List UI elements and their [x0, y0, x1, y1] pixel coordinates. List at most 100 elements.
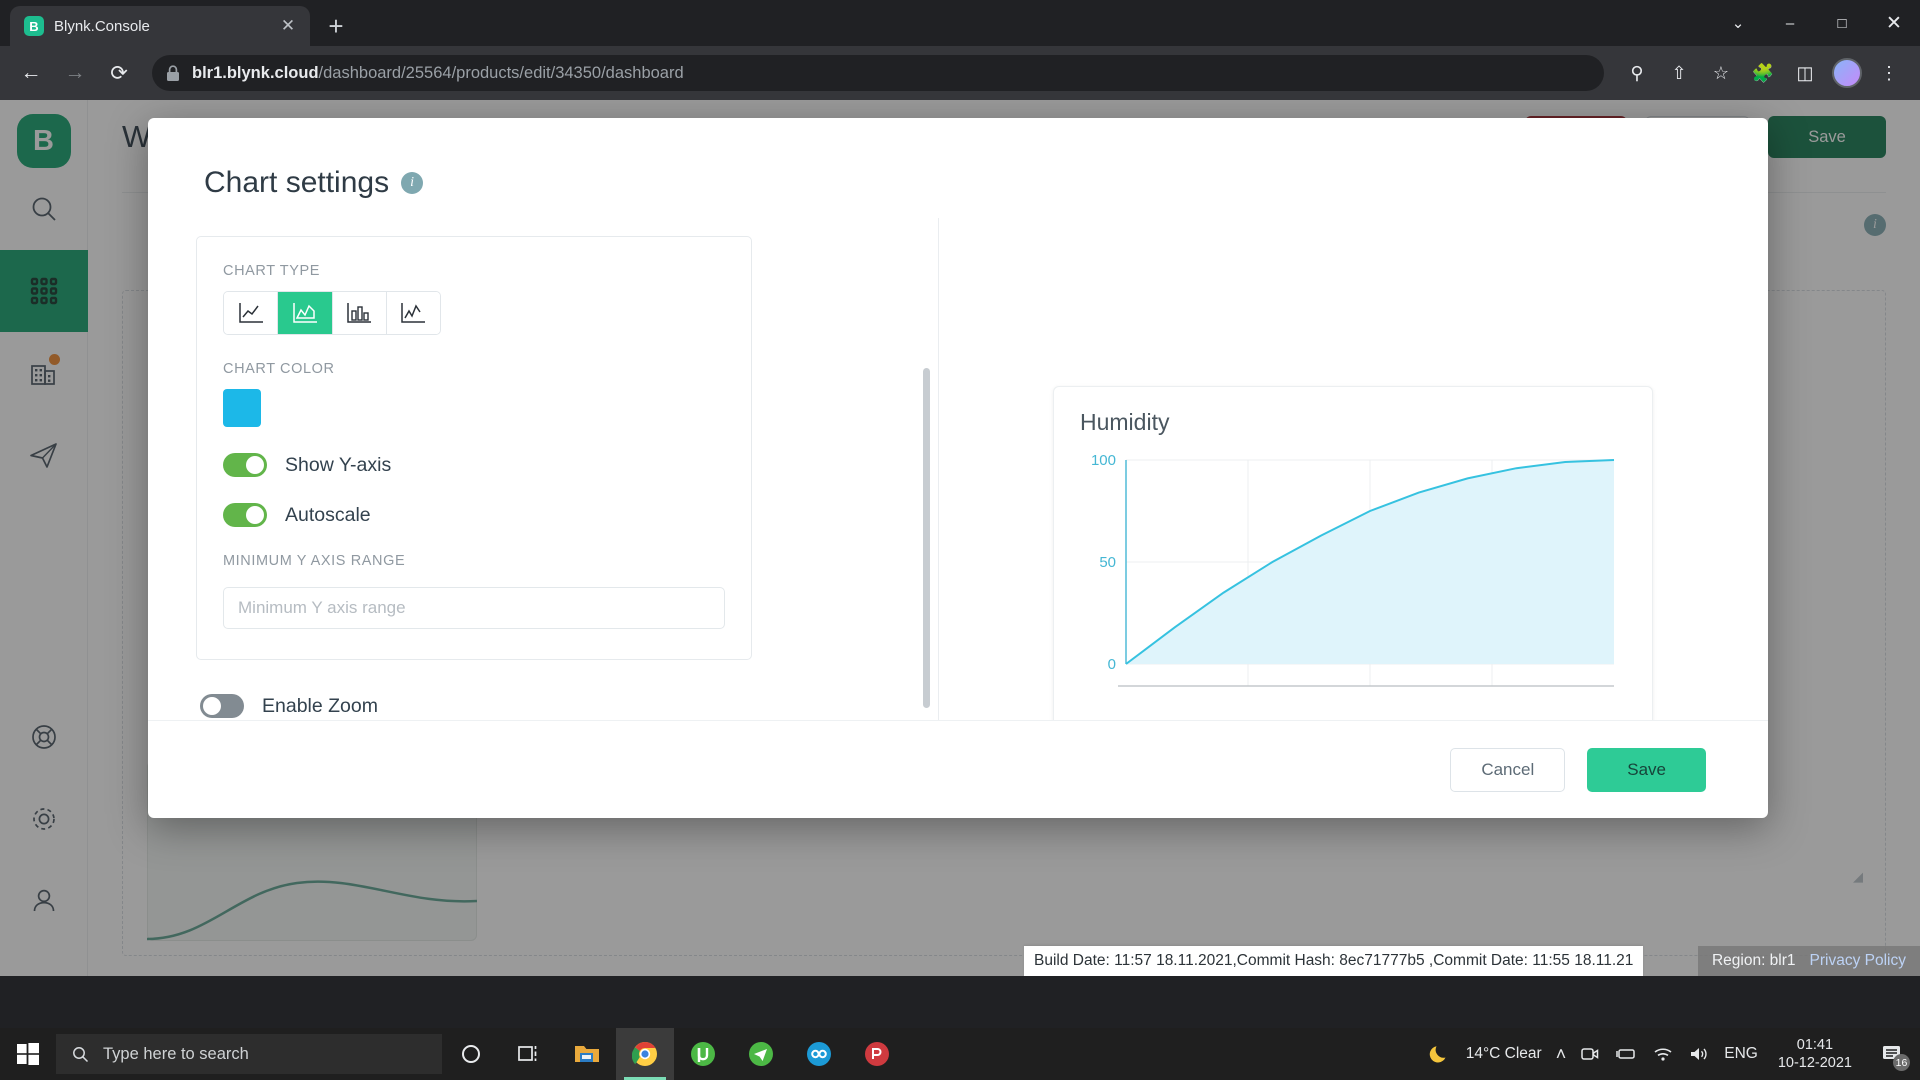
chart-color-swatch[interactable]: [223, 389, 261, 427]
task-view-icon: [518, 1046, 537, 1061]
forward-button[interactable]: →: [56, 54, 94, 92]
tab-strip: B Blynk.Console ✕ + ⌄ – □ ✕: [0, 0, 1920, 46]
chart-title: Humidity: [1080, 409, 1170, 435]
enable-zoom-row[interactable]: Enable Zoom: [200, 694, 892, 718]
privacy-policy-link[interactable]: Privacy Policy: [1810, 952, 1906, 970]
extensions-icon[interactable]: 🧩: [1744, 54, 1782, 92]
omnibox-toolbar: ← → ⟳ blr1.blynk.cloud/dashboard/25564/p…: [0, 46, 1920, 100]
dialog-title-row: Chart settings i: [148, 118, 1768, 218]
window-minimize-button[interactable]: –: [1764, 0, 1816, 46]
utorrent-icon: [691, 1042, 715, 1066]
info-icon[interactable]: i: [401, 172, 424, 194]
tray-expand-chevron[interactable]: ˄: [1556, 1044, 1567, 1065]
lock-icon: [167, 64, 179, 81]
side-panel-icon[interactable]: ◫: [1786, 54, 1824, 92]
address-bar[interactable]: blr1.blynk.cloud/dashboard/25564/product…: [152, 55, 1604, 91]
svg-text:100: 100: [1091, 452, 1116, 469]
tab-close-icon[interactable]: ✕: [276, 14, 300, 38]
browser-tab[interactable]: B Blynk.Console ✕: [10, 6, 310, 46]
settings-scroll-content: CHART TYPE CHART COLOR Show Y-axis Autos…: [196, 218, 892, 720]
build-status-bar: Build Date: 11:57 18.11.2021,Commit Hash…: [1024, 946, 1644, 976]
screen: B Blynk.Console ✕ + ⌄ – □ ✕ ← → ⟳ blr1.b…: [0, 0, 1920, 1080]
preview-pane: Humidity 0 50 100: [938, 218, 1768, 720]
infinity-icon: [807, 1042, 831, 1066]
pane-divider: [938, 218, 939, 720]
search-icon: [73, 1046, 89, 1062]
volume-icon[interactable]: [1688, 1044, 1710, 1064]
enable-zoom-label: Enable Zoom: [262, 694, 378, 717]
star-icon[interactable]: ☆: [1702, 54, 1740, 92]
settings-scrollbar[interactable]: [923, 368, 930, 708]
line-chart-icon: [238, 303, 263, 323]
show-y-axis-toggle[interactable]: [223, 453, 267, 477]
taskbar-search-box[interactable]: Type here to search: [56, 1034, 442, 1074]
window-close-button[interactable]: ✕: [1868, 0, 1920, 46]
taskbar-task-view-button[interactable]: [500, 1028, 558, 1080]
chart-color-label: CHART COLOR: [223, 361, 335, 377]
new-tab-button[interactable]: +: [316, 6, 356, 46]
windows-taskbar: Type here to search 14°C Clear ˄ ENG 01:…: [0, 1028, 1920, 1080]
taskbar-infinity-button[interactable]: [790, 1028, 848, 1080]
save-button[interactable]: Save: [1587, 747, 1706, 792]
autoscale-row[interactable]: Autoscale: [223, 503, 725, 527]
window-maximize-button[interactable]: □: [1816, 0, 1868, 46]
tab-title: Blynk.Console: [54, 17, 150, 35]
bar-chart-icon: [347, 303, 372, 323]
tray-clock[interactable]: 01:41 10-12-2021: [1772, 1036, 1858, 1072]
taskbar-utorrent-button[interactable]: [674, 1028, 732, 1080]
window-controls: ⌄ – □ ✕: [1712, 0, 1920, 46]
chart-type-bar-option[interactable]: [332, 292, 387, 334]
url-domain: blr1.blynk.cloud: [192, 63, 319, 82]
dialog-title: Chart settings: [204, 166, 390, 199]
password-key-icon[interactable]: ⚲: [1618, 54, 1656, 92]
taskbar-cortana-button[interactable]: [442, 1028, 500, 1080]
tray-language[interactable]: ENG: [1724, 1045, 1758, 1063]
wifi-icon[interactable]: [1652, 1044, 1674, 1064]
moon-icon: [1429, 1046, 1446, 1063]
weather-text[interactable]: 14°C Clear: [1466, 1045, 1542, 1063]
reload-button[interactable]: ⟳: [100, 54, 138, 92]
notification-center-button[interactable]: 16: [1872, 1028, 1912, 1080]
battery-icon[interactable]: [1614, 1044, 1638, 1064]
chart-type-label: CHART TYPE: [223, 263, 321, 279]
url-text: blr1.blynk.cloud/dashboard/25564/product…: [192, 64, 684, 83]
notification-count-badge: 16: [1893, 1054, 1910, 1071]
cancel-button[interactable]: Cancel: [1450, 747, 1566, 792]
chart-settings-card: CHART TYPE CHART COLOR Show Y-axis Autos…: [196, 236, 752, 660]
red-circle-icon: [865, 1042, 889, 1066]
enable-zoom-toggle[interactable]: [200, 694, 244, 718]
min-y-axis-input[interactable]: [223, 587, 725, 629]
min-y-axis-label: MINIMUM Y AXIS RANGE: [223, 553, 406, 569]
start-button[interactable]: [0, 1028, 56, 1080]
windows-icon: [17, 1043, 39, 1065]
meet-now-icon[interactable]: [1580, 1044, 1600, 1064]
extra-toggles: Enable Zoom Show legend: [200, 694, 892, 720]
chart-type-area-option[interactable]: [278, 292, 333, 334]
svg-text:50: 50: [1099, 554, 1116, 571]
chrome-tab-search-icon[interactable]: ⌄: [1712, 0, 1764, 46]
chart-type-line-option[interactable]: [224, 292, 279, 334]
taskbar-telegram-button[interactable]: [732, 1028, 790, 1080]
share-icon[interactable]: ⇧: [1660, 54, 1698, 92]
folder-icon: [575, 1046, 599, 1062]
taskbar-search-placeholder: Type here to search: [103, 1044, 249, 1063]
url-path: /dashboard/25564/products/edit/34350/das…: [318, 63, 684, 82]
area-chart-icon: [293, 303, 317, 323]
page-viewport: B Save i ◢ Chart settings i CHART TYPE C…: [0, 100, 1920, 976]
more-menu-icon[interactable]: ⋮: [1870, 54, 1908, 92]
show-y-axis-label: Show Y-axis: [285, 453, 392, 476]
autoscale-toggle[interactable]: [223, 503, 267, 527]
chart-type-spline-option[interactable]: [386, 292, 440, 334]
chart-canvas: 0 50 100: [1091, 452, 1615, 687]
taskbar-chrome-button[interactable]: [616, 1028, 674, 1080]
profile-avatar[interactable]: [1828, 54, 1866, 92]
chrome-icon: [632, 1042, 657, 1066]
chart-type-selector: [223, 291, 441, 335]
taskbar-red-app-button[interactable]: [848, 1028, 906, 1080]
taskbar-file-explorer-button[interactable]: [558, 1028, 616, 1080]
back-button[interactable]: ←: [12, 54, 50, 92]
show-y-axis-row[interactable]: Show Y-axis: [223, 453, 725, 477]
cortana-circle-icon: [462, 1045, 480, 1063]
tray-time: 01:41: [1796, 1036, 1834, 1053]
chrome-browser-window: B Blynk.Console ✕ + ⌄ – □ ✕ ← → ⟳ blr1.b…: [0, 0, 1920, 1028]
